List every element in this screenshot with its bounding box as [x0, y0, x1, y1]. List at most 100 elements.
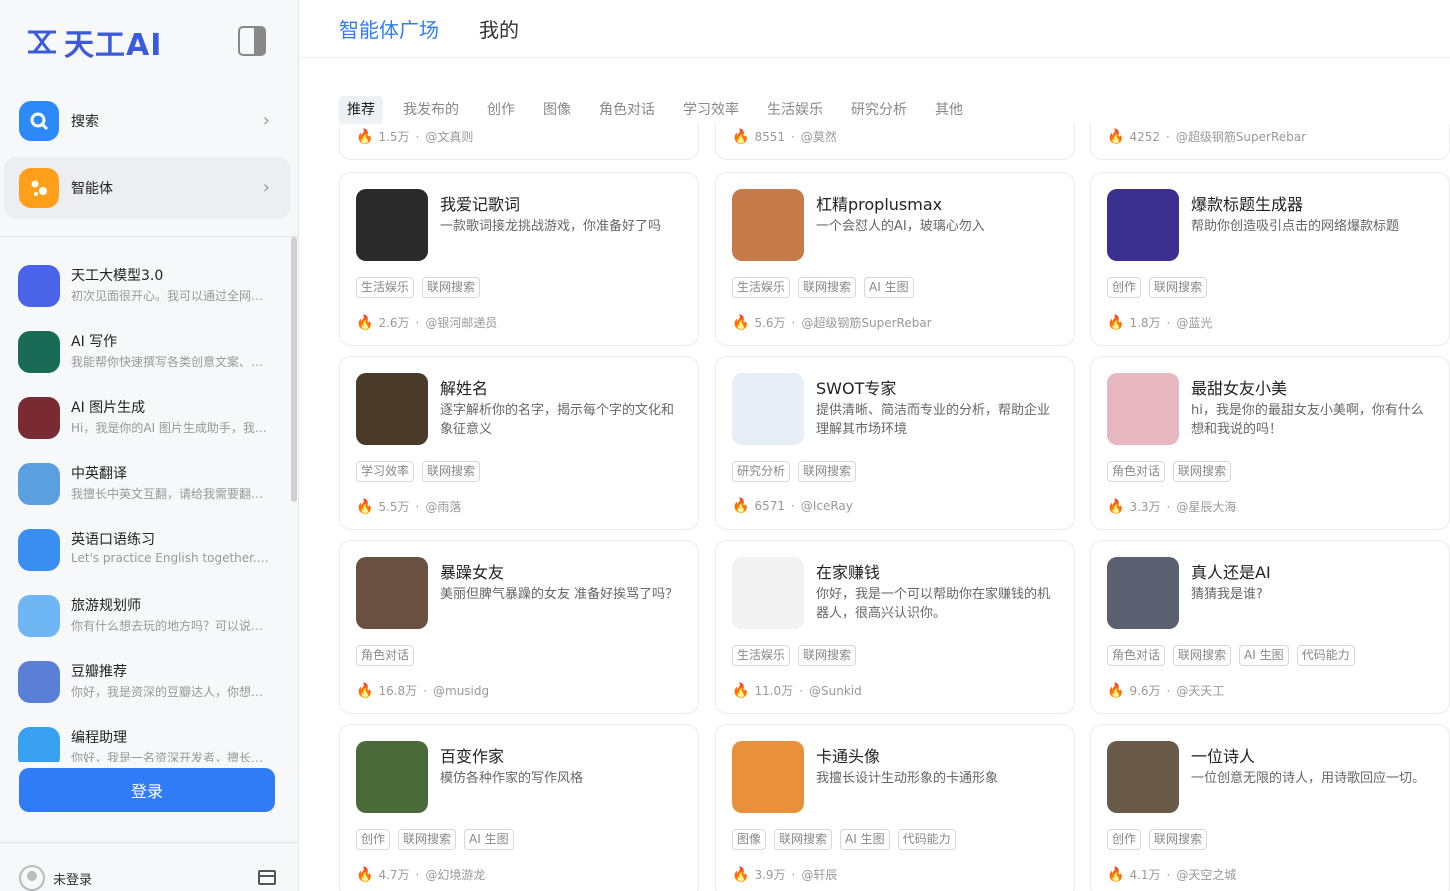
category-tab[interactable]: 研究分析 [843, 96, 915, 124]
author: @文真则 [425, 130, 474, 144]
fire-icon: 🔥 [1107, 866, 1125, 883]
fire-icon: 🔥 [732, 314, 750, 331]
agent-name: AI 写作 [71, 334, 118, 350]
card-tag: AI 生图 [464, 829, 514, 850]
category-tab[interactable]: 生活娱乐 [759, 96, 831, 124]
search-icon [19, 101, 59, 141]
fire-icon: 🔥 [1107, 128, 1125, 145]
card-cover-image [732, 741, 804, 813]
card-tag: 联网搜索 [798, 645, 857, 666]
logo[interactable]: 天工AI [26, 24, 162, 63]
card-cover-image [356, 741, 428, 813]
card-cover-image [356, 373, 428, 445]
nav-item-search[interactable]: 搜索 › [4, 90, 290, 152]
category-tab[interactable]: 图像 [535, 96, 579, 124]
separator: · [790, 499, 795, 513]
agent-list-item[interactable]: 豆瓣推荐 你好，我是资深的豆瓣达人，你想看什么 [18, 661, 278, 721]
header-divider [299, 57, 1450, 58]
category-tab[interactable]: 创作 [479, 96, 523, 124]
author: @雨落 [425, 500, 462, 514]
agent-card[interactable]: 在家赚钱 你好，我是一个可以帮助你在家赚钱的机器人，很高兴认识你。 生活娱乐 联网搜索… [715, 540, 1075, 714]
sidebar-scrollbar[interactable] [291, 237, 297, 502]
window-icon[interactable] [258, 870, 276, 885]
card-stats: 🔥 2.6万 · @银河邮递员 [356, 314, 497, 331]
fire-icon: 🔥 [732, 128, 750, 145]
tab-mine[interactable]: 我的 [479, 14, 519, 43]
agent-card[interactable]: SWOT专家 提供清晰、简洁而专业的分析，帮助企业理解其市场环境 研究分析 联网搜索 🔥… [715, 356, 1075, 530]
agent-card[interactable]: 🔥 8551 · @莫然 [715, 124, 1075, 160]
agent-grid: 🔥 1.5万 · @文真则 🔥 8551 · @莫然 🔥 4252 · @超级钢筋SuperRebar… [339, 124, 1450, 891]
tab-agent-square[interactable]: 智能体广场 [339, 14, 439, 43]
agent-list-item[interactable]: AI 写作我能帮你快速撰写各类创意文案、文章和报告 [18, 331, 278, 391]
agent-list-item[interactable]: 编程助理 你好，我是一名资深开发者，擅长编程 [18, 727, 278, 762]
heat-count: 1.8万 [1129, 316, 1161, 330]
agent-card[interactable]: 杠精proplusmax 一个会怼人的AI，玻璃心勿入 生活娱乐 联网搜索 AI 生图 🔥… [715, 172, 1075, 346]
agent-card[interactable]: 解姓名 逐字解析你的名字，揭示每个字的文化和象征意义 学习效率 联网搜索 🔥 5.5万 · @… [339, 356, 699, 530]
agent-list-item[interactable]: 天工大模型3.0 初次见面很开心。我可以通过全网搜索为你提供帮助 [18, 265, 278, 325]
card-title: 杠精proplusmax [816, 195, 943, 214]
author: @幻境游龙 [425, 868, 486, 882]
agent-list-item[interactable]: 中英翻译我擅长中英文互翻，请给我需要翻译的内容 [18, 463, 278, 523]
agent-card[interactable]: 一位诗人 一位创意无限的诗人，用诗歌回应一切。 创作 联网搜索 🔥 4.1万 · @天空之城 [1090, 724, 1450, 891]
top-tabs: 智能体广场 我的 [339, 14, 559, 43]
agent-card[interactable]: 最甜女友小美 hi，我是你的最甜女友小美啊，你有什么想和我说的吗！ 角色对话 联网搜索… [1090, 356, 1450, 530]
fire-icon: 🔥 [356, 866, 374, 883]
card-cover-image [1107, 557, 1179, 629]
agent-avatar-icon [18, 661, 60, 703]
category-tab[interactable]: 学习效率 [675, 96, 747, 124]
agent-card[interactable]: 爆款标题生成器 帮助你创造吸引点击的网络爆款标题 创作 联网搜索 🔥 1.8万 · @蓝光 [1090, 172, 1450, 346]
card-stats: 🔥 1.5万 · @文真则 [356, 128, 473, 145]
author: @天空之城 [1176, 868, 1237, 882]
card-desc: 美丽但脾气暴躁的女友 准备好挨骂了吗？ [440, 587, 679, 602]
card-stats: 🔥 1.8万 · @蓝光 [1107, 314, 1212, 331]
fire-icon: 🔥 [732, 682, 750, 699]
card-desc: 模仿各种作家的写作风格 [440, 771, 584, 786]
card-tags: 角色对话 联网搜索 [1107, 461, 1239, 482]
agent-list-item[interactable]: AI 图片生成 Hi，我是你的AI 图片生成助手，我可以为你生成图片 [18, 397, 278, 457]
login-button[interactable]: 登录 [19, 768, 275, 812]
category-tab[interactable]: 其他 [927, 96, 971, 124]
card-cover-image [1107, 741, 1179, 813]
card-tag: 生活娱乐 [732, 277, 791, 298]
user-info[interactable]: 未登录 [19, 865, 92, 891]
card-title: 在家赚钱 [816, 563, 881, 582]
fire-icon: 🔥 [1107, 498, 1125, 515]
agent-card[interactable]: 我爱记歌词 一款歌词接龙挑战游戏，你准备好了吗 生活娱乐 联网搜索 🔥 2.6万 · @银河邮… [339, 172, 699, 346]
category-tab[interactable]: 角色对话 [591, 96, 663, 124]
agent-card[interactable]: 百变作家 模仿各种作家的写作风格 创作 联网搜索 AI 生图 🔥 4.7万 · @幻境游龙 [339, 724, 699, 891]
nav-item-agents[interactable]: 智能体 › [4, 157, 290, 219]
fire-icon: 🔥 [732, 866, 750, 883]
card-cover-image [356, 189, 428, 261]
fire-icon: 🔥 [732, 498, 750, 514]
card-tag: 联网搜索 [798, 277, 857, 298]
agent-card[interactable]: 🔥 4252 · @超级钢筋SuperRebar [1090, 124, 1450, 160]
category-tab[interactable]: 我发布的 [395, 96, 467, 124]
agent-desc: Hi，我是你的AI 图片生成助手，我可以为你生成图片 [71, 421, 271, 435]
heat-count: 5.6万 [754, 316, 786, 330]
agent-list-item[interactable]: 英语口语练习 Let's practice English together. W… [18, 529, 278, 589]
card-stats: 🔥 5.6万 · @超级钢筋SuperRebar [732, 314, 932, 331]
card-desc: 帮助你创造吸引点击的网络爆款标题 [1191, 219, 1400, 234]
agent-card[interactable]: 暴躁女友 美丽但脾气暴躁的女友 准备好挨骂了吗？ 角色对话 🔥 16.8万 · @musid… [339, 540, 699, 714]
card-tags: 生活娱乐 联网搜索 AI 生图 [732, 277, 922, 298]
card-stats: 🔥 11.0万 · @Sunkid [732, 682, 862, 699]
card-tag: 创作 [1107, 829, 1142, 850]
heat-count: 8551 [754, 129, 785, 144]
agent-card[interactable]: 真人还是AI 猜猜我是谁? 角色对话 联网搜索 AI 生图 代码能力 🔥 9.6万 · @天天工 [1090, 540, 1450, 714]
agent-name: 英语口语练习 [71, 532, 155, 548]
fire-icon: 🔥 [356, 498, 374, 515]
agent-card[interactable]: 🔥 1.5万 · @文真则 [339, 124, 699, 160]
agent-name: 旅游规划师 [71, 598, 141, 614]
agent-list: 天工大模型3.0 初次见面很开心。我可以通过全网搜索为你提供帮助 AI 写作我能帮你… [0, 237, 299, 762]
agent-card[interactable]: 卡通头像 我擅长设计生动形象的卡通形象 图像 联网搜索 AI 生图 代码能力 🔥 3.9万 · @… [715, 724, 1075, 891]
sidebar-collapse-button[interactable] [238, 26, 266, 56]
category-tab[interactable]: 推荐 [339, 96, 383, 124]
agent-name: 编程助理 [71, 730, 127, 746]
card-tag: 图像 [732, 829, 767, 850]
separator: · [1165, 129, 1170, 144]
agent-list-item[interactable]: 旅游规划师你有什么想去玩的地方吗？可以说说你的想法 [18, 595, 278, 655]
heat-count: 4.7万 [378, 868, 410, 882]
fire-icon: 🔥 [356, 128, 374, 145]
author: @超级钢筋SuperRebar [1175, 130, 1307, 144]
card-stats: 🔥 4252 · @超级钢筋SuperRebar [1107, 128, 1306, 145]
